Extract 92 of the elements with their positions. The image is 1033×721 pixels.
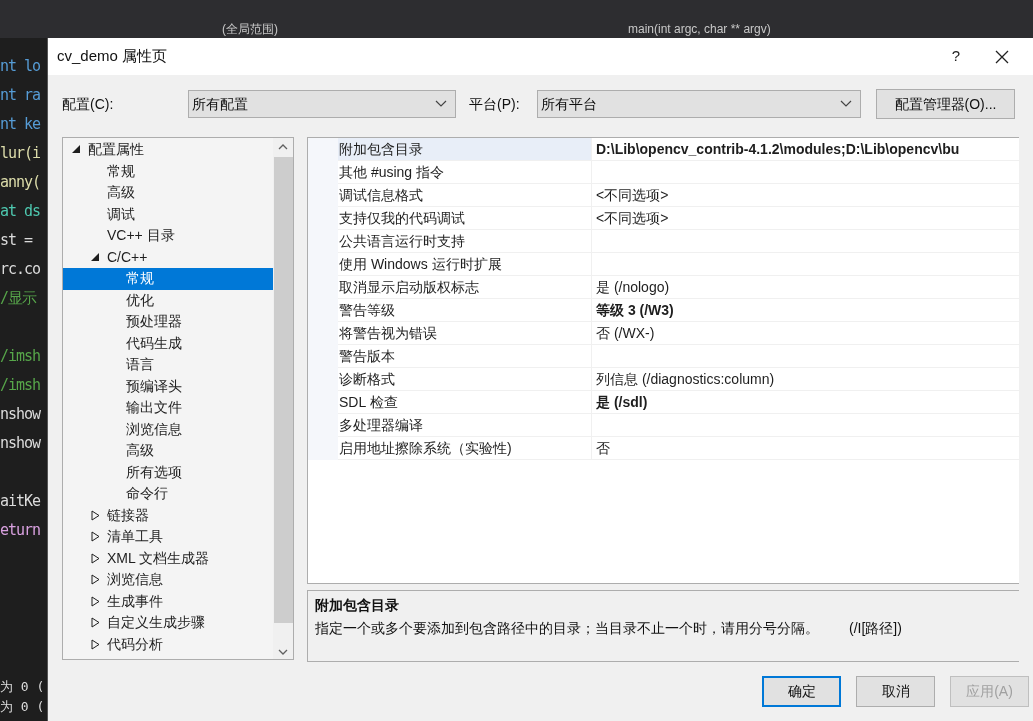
tree-item[interactable]: 浏览信息 <box>63 569 273 591</box>
property-value: 等级 3 (/W3) <box>596 301 674 320</box>
tree-item[interactable]: 语言 <box>63 354 273 376</box>
dialog-button[interactable]: 取消 <box>856 676 935 707</box>
chevron-down-icon <box>840 100 852 108</box>
code-line: rc.co <box>0 259 41 280</box>
description-text: 指定一个或多个要添加到包含路径中的目录；当目录不止一个时，请用分号分隔。 <box>315 619 819 638</box>
collapsed-triangle-icon[interactable] <box>91 574 100 586</box>
window-title: cv_demo 属性页 <box>57 46 169 67</box>
property-name[interactable]: 警告等级 <box>338 299 592 321</box>
collapsed-triangle-icon[interactable] <box>91 509 100 521</box>
property-value: 是 (/sdl) <box>596 393 648 412</box>
property-value: 是 (/nologo) <box>596 278 670 297</box>
collapsed-triangle-icon[interactable] <box>91 638 100 650</box>
tree-item[interactable]: 预处理器 <box>63 311 273 333</box>
code-line: /imsh <box>0 346 41 367</box>
collapsed-triangle-icon[interactable] <box>91 617 100 629</box>
property-value: <不同选项> <box>596 209 669 228</box>
compiler-option-text: (/I[路径]) <box>849 619 902 638</box>
code-line: st = <box>0 230 33 251</box>
code-line: nt lo <box>0 56 41 77</box>
property-name[interactable]: 支持仅我的代码调试 <box>338 207 592 229</box>
chevron-down-icon[interactable] <box>278 649 288 655</box>
code-line: at ds <box>0 201 41 222</box>
collapsed-triangle-icon[interactable] <box>91 552 100 564</box>
scope-label[interactable]: (全局范围) <box>222 22 278 36</box>
tree-item[interactable]: 常规 <box>63 160 273 182</box>
property-name[interactable]: 将警告视为错误 <box>338 322 592 344</box>
property-name[interactable]: 公共语言运行时支持 <box>338 230 592 252</box>
property-name[interactable]: SDL 检查 <box>338 391 592 413</box>
tree-item[interactable]: 优化 <box>63 289 273 311</box>
property-name[interactable]: 诊断格式 <box>338 368 592 390</box>
platform-label: 平台(P): <box>469 94 521 114</box>
tree-item[interactable]: 清单工具 <box>63 526 273 548</box>
code-line: lur(i <box>0 143 41 164</box>
collapsed-triangle-icon[interactable] <box>91 531 100 543</box>
property-name[interactable]: 其他 #using 指令 <box>338 161 592 183</box>
chevron-up-icon[interactable] <box>278 144 288 150</box>
output-line: 为 0 ( <box>0 698 46 716</box>
code-line: anny( <box>0 172 41 193</box>
code-line: eturn <box>0 520 41 541</box>
tree-item[interactable]: XML 文档生成器 <box>63 547 273 569</box>
close-icon <box>995 49 1009 64</box>
property-name[interactable]: 启用地址擦除系统（实验性) <box>338 437 592 459</box>
tree-item[interactable]: 高级 <box>63 182 273 204</box>
help-button[interactable]: ? <box>933 38 979 75</box>
code-line: /imsh <box>0 375 41 396</box>
tree-item[interactable]: 输出文件 <box>63 397 273 419</box>
expanded-triangle-icon[interactable] <box>72 145 81 155</box>
property-value: <不同选项> <box>596 186 669 205</box>
description-title: 附加包含目录 <box>315 596 400 615</box>
tree-item[interactable]: VC++ 目录 <box>63 225 273 247</box>
property-name[interactable]: 取消显示启动版权标志 <box>338 276 592 298</box>
tree-item[interactable]: 预编译头 <box>63 375 273 397</box>
property-value: D:\Lib\opencv_contrib-4.1.2\modules;D:\Lib\opencv\bu <box>596 140 960 159</box>
code-line: nt ke <box>0 114 41 135</box>
dialog-button[interactable]: 确定 <box>762 676 841 707</box>
property-name[interactable]: 调试信息格式 <box>338 184 592 206</box>
expanded-triangle-icon[interactable] <box>91 252 100 262</box>
function-label[interactable]: main(int argc, char ** argv) <box>628 22 771 36</box>
property-name[interactable]: 使用 Windows 运行时扩展 <box>338 253 592 275</box>
tree-item[interactable]: 生成事件 <box>63 590 273 612</box>
chevron-down-icon <box>435 100 447 108</box>
property-value: 否 <box>596 439 610 458</box>
tree-item[interactable]: 常规 <box>63 268 273 290</box>
tree-item[interactable]: 调试 <box>63 203 273 225</box>
property-name[interactable]: 多处理器编译 <box>338 414 592 436</box>
platform-dropdown[interactable]: 所有平台 <box>537 90 861 118</box>
property-name[interactable]: 附加包含目录 <box>338 138 592 160</box>
tree-item[interactable]: 链接器 <box>63 504 273 526</box>
code-line: aitKe <box>0 491 41 512</box>
code-line: /显示 <box>0 288 37 309</box>
output-line: 为 0 ( <box>0 678 46 696</box>
config-label: 配置(C): <box>62 94 115 114</box>
tree-item[interactable]: 所有选项 <box>63 461 273 483</box>
code-line: nshow <box>0 404 41 425</box>
tree-item[interactable]: 命令行 <box>63 483 273 505</box>
tree-item[interactable]: 自定义生成步骤 <box>63 612 273 634</box>
tree-item[interactable]: C/C++ <box>63 246 273 268</box>
property-name[interactable]: 警告版本 <box>338 345 592 367</box>
tree-item[interactable]: 配置属性 <box>63 139 273 161</box>
collapsed-triangle-icon[interactable] <box>91 595 100 607</box>
configuration-manager-button[interactable]: 配置管理器(O)... <box>876 89 1015 119</box>
code-line: nshow <box>0 433 41 454</box>
tree-item[interactable]: 浏览信息 <box>63 418 273 440</box>
tree-item[interactable]: 高级 <box>63 440 273 462</box>
tree-item[interactable]: 代码分析 <box>63 633 273 655</box>
tree-item[interactable]: 代码生成 <box>63 332 273 354</box>
config-dropdown[interactable]: 所有配置 <box>188 90 456 118</box>
property-value: 否 (/WX-) <box>596 324 655 343</box>
property-value: 列信息 (/diagnostics:column) <box>596 370 775 389</box>
code-line: nt ra <box>0 85 41 106</box>
